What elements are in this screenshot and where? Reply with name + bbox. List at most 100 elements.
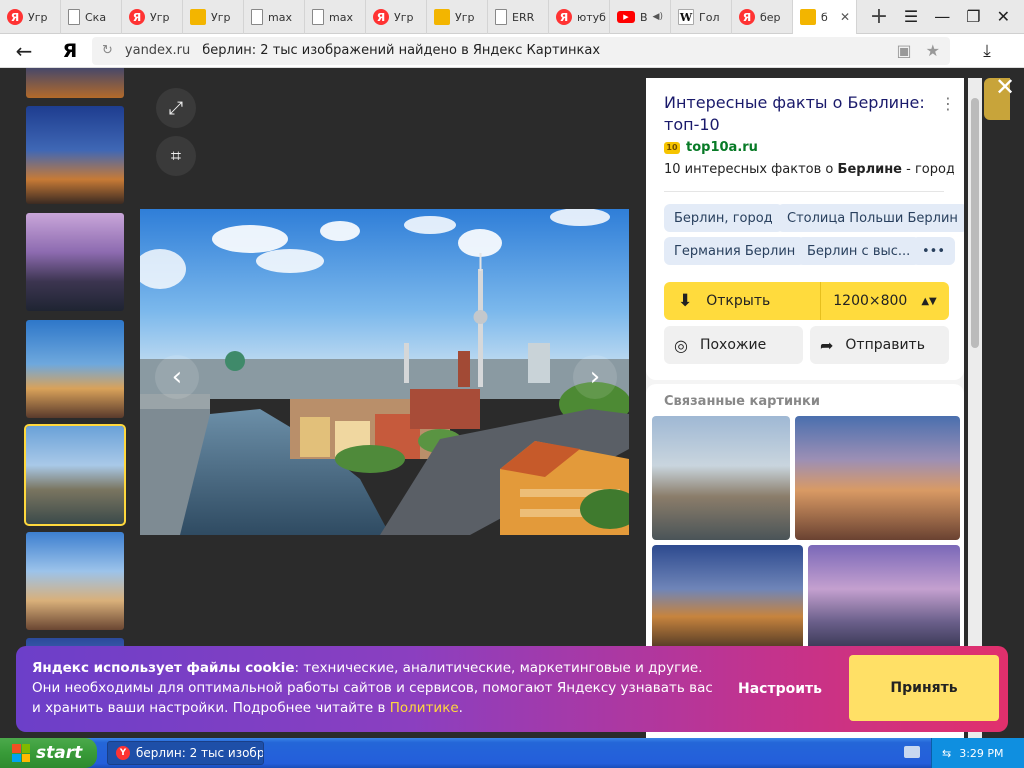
yandex-icon: Я — [7, 9, 23, 25]
yandex-icon: Я — [129, 9, 145, 25]
close-viewer-icon[interactable]: ✕ — [990, 72, 1020, 102]
network-icon[interactable]: ⇆ — [942, 747, 951, 760]
close-tab-icon[interactable]: ✕ — [840, 10, 850, 24]
related-image[interactable] — [652, 416, 790, 540]
browser-tab[interactable]: Я Угр — [0, 0, 61, 34]
browser-tab[interactable]: ERR — [488, 0, 549, 34]
thumbnail[interactable] — [26, 68, 124, 98]
reload-icon[interactable]: ↻ — [102, 43, 113, 58]
yandex-icon: Я — [556, 9, 572, 25]
tag-chip[interactable]: Столица Польши Берлин — [777, 204, 964, 232]
open-image-button[interactable]: ⬇ Открыть — [664, 282, 821, 320]
yandex-browser-icon: Y — [116, 746, 130, 760]
url-page-title: берлин: 2 тыс изображений найдено в Янде… — [202, 43, 601, 58]
browser-tab[interactable]: W Гол — [671, 0, 732, 34]
thumbnail[interactable] — [26, 213, 124, 311]
close-window-icon[interactable]: ✕ — [997, 7, 1010, 26]
address-bar: ← Я ↻ yandex.ru берлин: 2 тыс изображени… — [0, 34, 1024, 68]
more-options-icon[interactable]: ⋮ — [940, 94, 956, 113]
page-icon — [68, 9, 80, 25]
thumbnail-selected[interactable] — [24, 424, 126, 526]
url-field[interactable]: ↻ yandex.ru берлин: 2 тыс изображений на… — [92, 36, 950, 65]
related-image[interactable] — [808, 545, 960, 655]
bookmark-star-icon[interactable]: ★ — [926, 41, 940, 60]
cookie-message: Яндекс использует файлы cookie: техничес… — [32, 660, 713, 716]
source-title-link[interactable]: Интересные факты о Берлине: топ-10 — [664, 92, 934, 136]
yandex-logo-icon[interactable]: Я — [48, 40, 92, 62]
panel-scrollbar[interactable] — [968, 78, 982, 738]
image-info-panel: Интересные факты о Берлине: топ-10 ⋮ 10 … — [646, 78, 964, 738]
related-images-title: Связанные картинки — [664, 394, 820, 409]
system-tray: ⇆ 3:29 PM — [931, 738, 1024, 768]
cookie-banner: Яндекс использует файлы cookie: техничес… — [16, 646, 1008, 732]
minimize-icon[interactable]: — — [934, 7, 950, 26]
yandex-icon: Я — [739, 9, 755, 25]
thumbnail[interactable] — [26, 320, 124, 418]
more-tags-button[interactable]: ••• — [912, 237, 956, 265]
back-button[interactable]: ← — [0, 39, 48, 63]
download-icon[interactable]: ⤓ — [950, 41, 1024, 61]
scrollbar-thumb[interactable] — [971, 98, 979, 348]
browser-tab[interactable]: Угр — [427, 0, 488, 34]
clock[interactable]: 3:29 PM — [959, 747, 1003, 760]
next-image-button[interactable]: › — [573, 355, 617, 399]
document-icon — [251, 9, 263, 25]
taskbar-window-button[interactable]: Y берлин: 2 тыс изобр... — [107, 741, 264, 765]
source-site-link[interactable]: 10 top10a.ru — [664, 140, 758, 155]
share-arrow-icon: ➦ — [820, 335, 834, 355]
browser-tab[interactable]: max — [305, 0, 366, 34]
similar-button[interactable]: ◎ Похожие — [664, 326, 803, 364]
wikipedia-icon: W — [678, 9, 694, 25]
document-icon — [495, 9, 507, 25]
browser-tab[interactable]: ▶ В ◀) — [610, 0, 671, 34]
new-tab-button[interactable]: + — [857, 0, 901, 33]
menu-icon[interactable]: ☰ — [904, 7, 918, 26]
download-arrow-icon: ⬇ — [678, 291, 693, 311]
yandex-images-icon — [434, 9, 450, 25]
share-button[interactable]: ➦ Отправить — [810, 326, 949, 364]
policy-link[interactable]: Политике — [390, 700, 459, 716]
scan-similar-icon: ◎ — [674, 335, 688, 355]
previous-image-button[interactable]: ‹ — [155, 355, 199, 399]
start-button[interactable]: start — [0, 738, 97, 768]
thumbnail[interactable] — [26, 106, 124, 204]
browser-tab-active[interactable]: б ✕ — [793, 0, 857, 34]
thumbnail[interactable] — [26, 532, 124, 630]
restore-icon[interactable]: ❐ — [966, 7, 980, 26]
youtube-icon: ▶ — [617, 11, 635, 23]
window-controls: ☰ — ❐ ✕ — [904, 0, 1024, 33]
browser-tab[interactable]: Я Угр — [366, 0, 427, 34]
browser-tab[interactable]: Яютуб — [549, 0, 610, 34]
browser-tab[interactable]: Я Угр — [122, 0, 183, 34]
tag-chip[interactable]: Германия Берлин — [664, 237, 806, 265]
open-button-group: ⬇ Открыть 1200×800 ▲▼ — [664, 282, 949, 320]
yandex-images-icon — [190, 9, 206, 25]
image-size-select[interactable]: 1200×800 ▲▼ — [821, 293, 949, 309]
cookie-settings-button[interactable]: Настроить — [736, 646, 824, 732]
fullscreen-icon[interactable]: ⤢ — [156, 88, 196, 128]
browser-tab[interactable]: Угр — [183, 0, 244, 34]
browser-tab[interactable]: Ска — [61, 0, 122, 34]
keyboard-icon[interactable] — [904, 746, 920, 758]
document-icon — [312, 9, 324, 25]
divider — [664, 191, 944, 192]
related-image[interactable] — [795, 416, 960, 540]
yandex-icon: Я — [373, 9, 389, 25]
image-viewer: ⤢ ⌗ ‹ › Интересные факты о Берлине: топ-… — [0, 68, 1024, 738]
yandex-images-icon — [800, 9, 816, 25]
tag-chip[interactable]: Берлин, город — [664, 204, 783, 232]
related-image[interactable] — [652, 545, 803, 655]
windows-taskbar: start Y берлин: 2 тыс изобр... ⇆ 3:29 PM — [0, 738, 1024, 768]
tag-chip[interactable]: Берлин с выс... — [797, 237, 921, 265]
browser-tab[interactable]: Ябер — [732, 0, 793, 34]
url-host: yandex.ru — [124, 43, 191, 58]
crop-icon[interactable]: ⌗ — [156, 136, 196, 176]
windows-logo-icon — [12, 744, 30, 762]
main-image[interactable] — [140, 209, 629, 535]
source-card: Интересные факты о Берлине: топ-10 ⋮ 10 … — [646, 78, 964, 380]
tab-strip: Я Угр Ска Я Угр Угр max max Я Угр Угр ERR Я… — [0, 0, 1024, 34]
cookie-accept-button[interactable]: Принять — [849, 655, 999, 721]
browser-tab[interactable]: max — [244, 0, 305, 34]
speaker-icon: ◀) — [652, 12, 663, 22]
reader-mode-icon[interactable]: ▣ — [897, 41, 912, 60]
